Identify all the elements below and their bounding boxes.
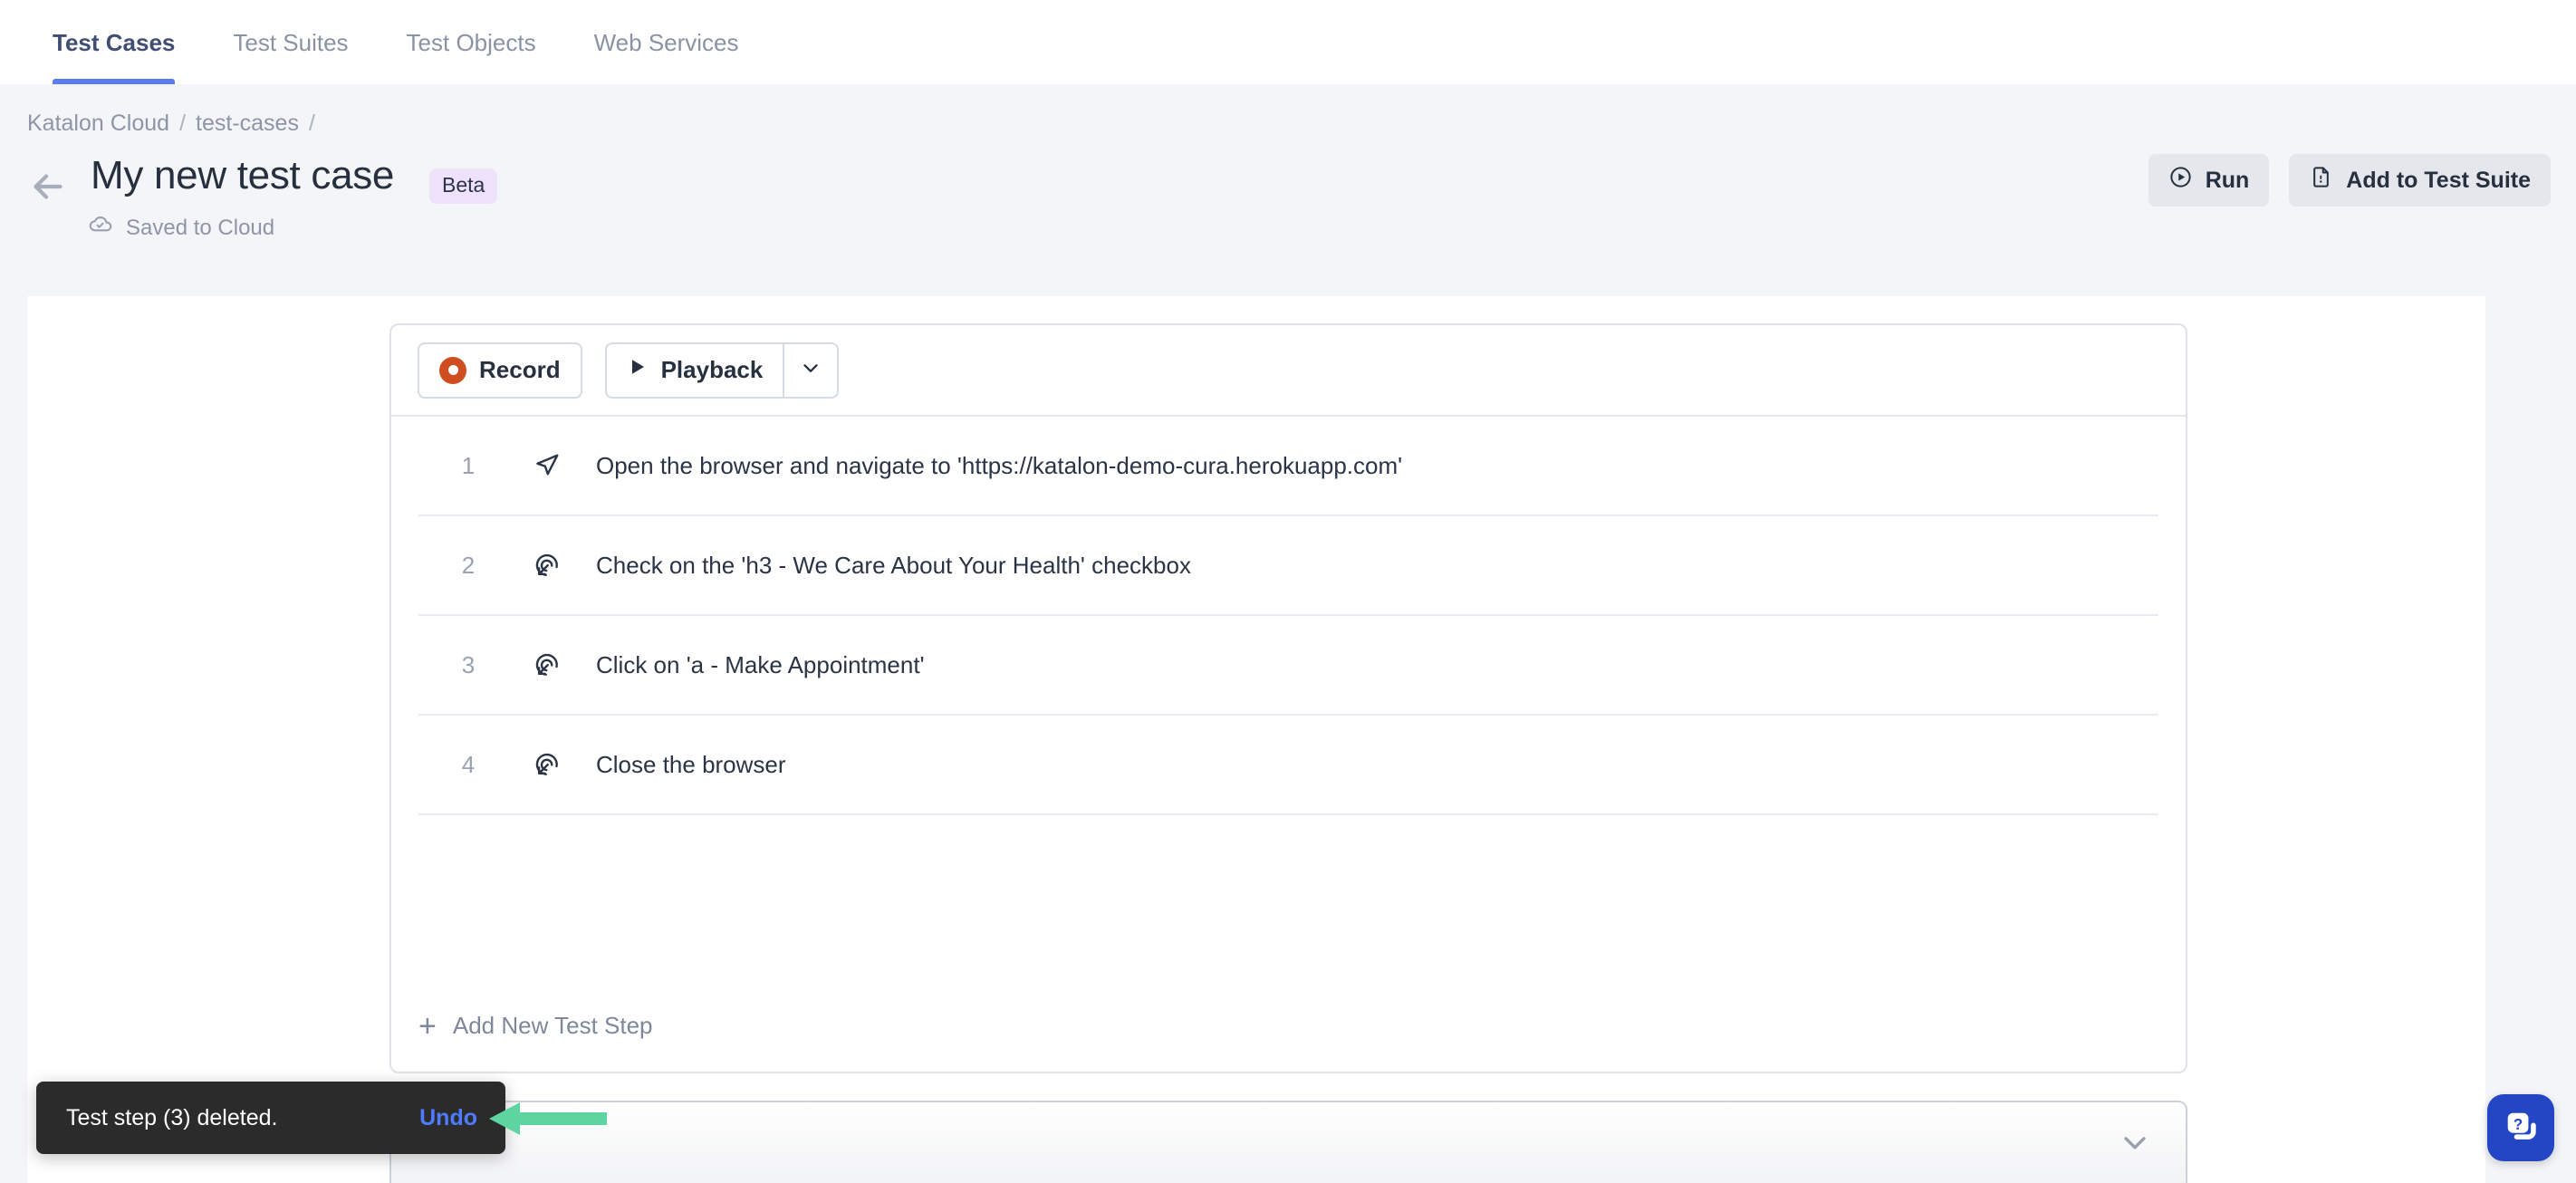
question-chat-icon: ?	[2501, 1106, 2541, 1150]
tab-label: Web Services	[593, 29, 739, 56]
test-case-editor-card: Record Playback 1 Open the browser and n…	[389, 323, 2187, 1073]
record-button[interactable]: Record	[418, 341, 582, 399]
save-status-label: Saved to Cloud	[126, 215, 275, 240]
add-new-test-step-label: Add New Test Step	[452, 1012, 653, 1039]
step-number: 1	[461, 451, 476, 479]
cursor-click-icon	[518, 751, 576, 778]
table-row[interactable]: 4 Close the browser	[418, 716, 2158, 815]
editor-canvas: Record Playback 1 Open the browser and n…	[27, 296, 2485, 1183]
run-button-label: Run	[2205, 167, 2250, 193]
add-to-test-suite-label: Add to Test Suite	[2346, 167, 2531, 193]
step-number: 2	[461, 551, 476, 579]
tab-web-services[interactable]: Web Services	[594, 0, 739, 84]
breadcrumb-separator: /	[308, 111, 315, 136]
breadcrumb: Katalon Cloud / test-cases /	[27, 111, 315, 137]
page-title: My new test case	[91, 153, 395, 197]
navigate-icon	[518, 452, 576, 479]
record-dot-icon	[439, 356, 466, 384]
tab-test-objects[interactable]: Test Objects	[407, 0, 536, 84]
breadcrumb-item-test-cases[interactable]: test-cases	[196, 111, 299, 137]
breadcrumb-item-katalon-cloud[interactable]: Katalon Cloud	[27, 111, 169, 137]
chevron-down-icon	[799, 356, 822, 384]
add-to-test-suite-button[interactable]: Add to Test Suite	[2289, 154, 2551, 207]
table-row[interactable]: 1 Open the browser and navigate to 'http…	[418, 417, 2158, 516]
tab-label: Test Objects	[406, 29, 536, 56]
step-description: Close the browser	[596, 750, 786, 778]
step-description: Open the browser and navigate to 'https:…	[596, 451, 1403, 479]
playback-split-button: Playback	[604, 341, 840, 399]
toast-message: Test step (3) deleted.	[66, 1104, 278, 1130]
step-number: 3	[461, 650, 476, 678]
bottom-collapsed-panel[interactable]	[389, 1101, 2187, 1183]
tab-test-suites[interactable]: Test Suites	[233, 0, 348, 84]
playback-button[interactable]: Playback	[604, 341, 783, 399]
breadcrumb-separator: /	[179, 111, 187, 136]
tab-label: Test Suites	[233, 29, 349, 56]
svg-text:?: ?	[2514, 1115, 2523, 1133]
chevron-down-icon[interactable]	[2117, 1124, 2153, 1165]
plus-icon: +	[418, 1008, 437, 1044]
tab-test-cases[interactable]: Test Cases	[53, 0, 176, 84]
cursor-click-icon	[518, 651, 576, 678]
editor-toolbar: Record Playback	[391, 325, 2186, 417]
app-root: Test Cases Test Suites Test Objects Web …	[0, 0, 2576, 1183]
table-row[interactable]: 3 Click on 'a - Make Appointment'	[418, 616, 2158, 716]
cloud-check-icon	[87, 211, 114, 245]
document-icon	[2309, 165, 2333, 196]
status-badge: Beta	[429, 168, 498, 204]
toast-notification: Test step (3) deleted. Undo	[36, 1082, 505, 1154]
save-status: Saved to Cloud	[87, 211, 274, 245]
play-triangle-icon	[627, 356, 649, 384]
arrow-left-icon[interactable]	[27, 166, 69, 207]
undo-button[interactable]: Undo	[419, 1105, 477, 1131]
step-description: Click on 'a - Make Appointment'	[596, 650, 925, 678]
header-actions: Run Add to Test Suite	[2148, 154, 2551, 207]
test-steps-list: 1 Open the browser and navigate to 'http…	[391, 417, 2186, 815]
tab-label: Test Cases	[53, 29, 176, 56]
playback-button-label: Playback	[660, 356, 764, 383]
play-circle-icon	[2168, 165, 2193, 196]
table-row[interactable]: 2 Check on the 'h3 - We Care About Your …	[418, 516, 2158, 616]
step-number: 4	[461, 750, 476, 778]
add-new-test-step-button[interactable]: + Add New Test Step	[418, 1008, 653, 1044]
help-chat-widget-button[interactable]: ?	[2487, 1094, 2554, 1161]
run-button[interactable]: Run	[2148, 154, 2270, 207]
step-description: Check on the 'h3 - We Care About Your He…	[596, 551, 1191, 579]
record-button-label: Record	[479, 356, 561, 383]
main-tabbar: Test Cases Test Suites Test Objects Web …	[0, 0, 2576, 84]
playback-dropdown-toggle[interactable]	[783, 341, 840, 399]
cursor-click-icon	[518, 552, 576, 579]
